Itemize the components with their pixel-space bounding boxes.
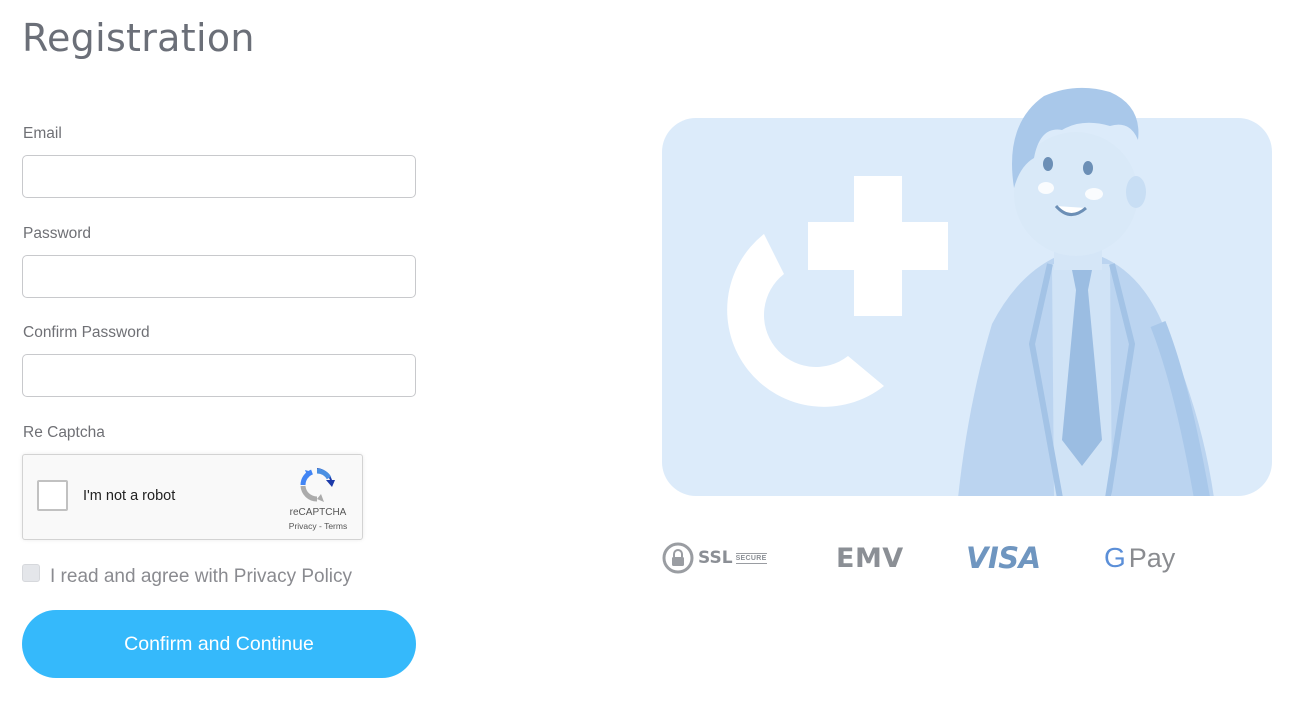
recaptcha-checkbox-label: I'm not a robot (83, 488, 176, 504)
confirm-password-label: Confirm Password (23, 324, 150, 341)
google-g-icon: G (1104, 542, 1126, 573)
privacy-policy-checkbox[interactable] (22, 564, 40, 582)
password-label: Password (23, 225, 92, 242)
email-field[interactable] (22, 155, 416, 198)
confirm-password-field[interactable] (22, 354, 416, 397)
google-pay-text: Pay (1128, 542, 1176, 573)
recaptcha-label: Re Captcha (23, 424, 105, 441)
lock-icon (662, 542, 694, 574)
email-label: Email (23, 125, 62, 142)
privacy-policy-label[interactable]: I read and agree with Privacy Policy (50, 566, 352, 588)
ssl-secure-text: SECURE (735, 552, 767, 564)
google-pay-badge: G Pay (1104, 535, 1175, 581)
visa-badge: VISA (966, 541, 1041, 575)
recaptcha-logo-icon (300, 468, 335, 502)
confirm-and-continue-button[interactable]: Confirm and Continue (22, 610, 416, 678)
ssl-text: SSL (698, 548, 733, 568)
recaptcha-privacy-terms-link[interactable]: Privacy - Terms (281, 521, 355, 531)
ssl-secure-badge: SSL SECURE (662, 535, 767, 581)
recaptcha-checkbox[interactable] (37, 480, 68, 511)
emv-badge: EMV (836, 542, 904, 574)
registration-illustration (662, 87, 1272, 496)
recaptcha-widget: I'm not a robot reCAPTCHA Privacy - Term… (22, 454, 363, 540)
page-title: Registration (22, 16, 255, 60)
recaptcha-brand: reCAPTCHA (289, 507, 347, 518)
password-field[interactable] (22, 255, 416, 298)
